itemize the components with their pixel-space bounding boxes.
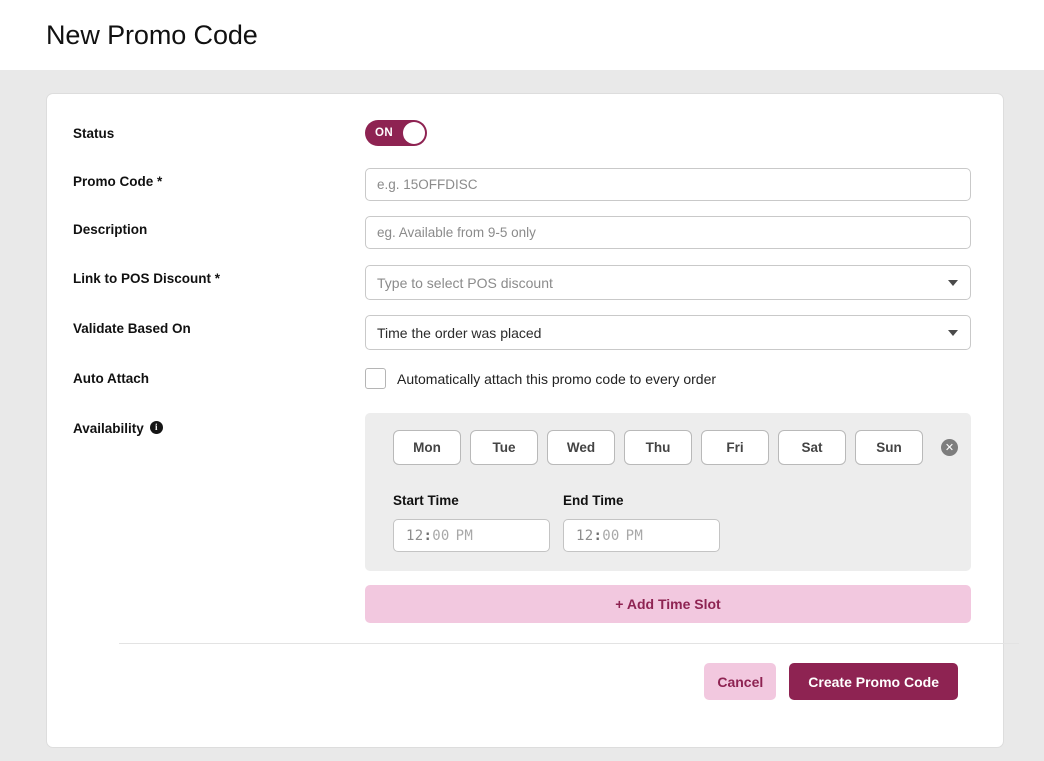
end-time-hour: 12 [576,527,594,544]
row-description: Description [73,216,971,265]
start-time-hour: 12 [406,527,424,544]
auto-attach-field: Automatically attach this promo code to … [365,365,969,389]
row-validate-based-on: Validate Based On Time the order was pla… [73,315,971,365]
end-time-minute: 00 [602,527,620,544]
card-container: Status ON Promo Code * Description [0,70,1044,748]
create-promo-code-button[interactable]: Create Promo Code [789,663,958,700]
promo-code-label: Promo Code * [73,174,163,189]
toggle-knob [403,122,425,144]
link-pos-discount-select[interactable]: Type to select POS discount [365,265,971,300]
validate-based-on-value: Time the order was placed [377,324,542,341]
row-link-pos-discount: Link to POS Discount * Type to select PO… [73,265,971,315]
chevron-down-icon [948,279,958,286]
promo-code-input[interactable] [365,168,971,201]
day-button-thu[interactable]: Thu [624,430,692,465]
end-time-meridiem: PM [625,527,644,544]
time-slot-row: Start Time 12 : 00 PM End Time 12: 00 P… [393,493,971,552]
description-field [365,216,971,249]
start-time-meridiem: PM [455,527,474,544]
promo-code-field [365,168,971,201]
start-time-group: Start Time 12 : 00 PM [393,493,550,552]
row-promo-code: Promo Code * [73,168,971,216]
start-time-input[interactable]: 12 : 00 PM [393,519,550,552]
day-button-mon[interactable]: Mon [393,430,461,465]
circle-x-icon[interactable]: ✕ [941,439,958,456]
auto-attach-checkbox-label: Automatically attach this promo code to … [397,370,717,387]
end-time-group: End Time 12 : 00 PM [563,493,720,552]
page-header: New Promo Code [0,0,1044,70]
availability-panel: Mon Tue Wed Thu Fri Sat Sun ✕ Start Time [365,413,971,571]
start-time-separator: : [423,527,433,544]
row-status: Status ON [73,120,969,168]
row-auto-attach: Auto Attach Automatically attach this pr… [73,365,969,413]
validate-based-on-label: Validate Based On [73,321,191,336]
day-button-wed[interactable]: Wed [547,430,615,465]
link-pos-discount-field: Type to select POS discount [365,265,971,300]
status-toggle-state: ON [375,127,394,139]
status-label: Status [73,126,115,141]
end-time-input[interactable]: 12 : 00 PM [563,519,720,552]
end-time-label: End Time [563,493,624,508]
auto-attach-checkbox[interactable] [365,368,386,389]
validate-based-on-select[interactable]: Time the order was placed [365,315,971,350]
info-icon[interactable]: i [149,421,163,434]
auto-attach-check-line: Automatically attach this promo code to … [365,365,969,389]
day-button-sun[interactable]: Sun [855,430,923,465]
availability-label-wrap: Availability i [73,413,365,436]
availability-field: Mon Tue Wed Thu Fri Sat Sun ✕ Start Time [365,413,971,623]
description-input[interactable] [365,216,971,249]
day-button-fri[interactable]: Fri [701,430,769,465]
link-pos-discount-value: Type to select POS discount [377,274,553,291]
day-selector: Mon Tue Wed Thu Fri Sat Sun ✕ [393,430,971,465]
row-availability: Availability i Mon Tue Wed Thu Fri Sat S… [73,413,971,623]
page-title: New Promo Code [46,19,258,50]
day-button-tue[interactable]: Tue [470,430,538,465]
auto-attach-label: Auto Attach [73,371,149,386]
day-button-sat[interactable]: Sat [778,430,846,465]
start-time-minute: 00 [432,527,450,544]
status-field: ON [365,120,969,151]
cancel-button[interactable]: Cancel [704,663,777,700]
availability-label: Availability [73,421,144,436]
description-label: Description [73,222,148,237]
link-pos-discount-label: Link to POS Discount * [73,271,221,286]
validate-based-on-field: Time the order was placed [365,315,971,350]
end-time-separator: : [593,527,603,544]
chevron-down-icon [948,329,958,336]
promo-code-form-card: Status ON Promo Code * Description [46,93,1019,748]
add-time-slot-button[interactable]: + Add Time Slot [365,585,971,623]
start-time-label: Start Time [393,493,459,508]
status-toggle[interactable]: ON [365,120,427,146]
form-footer: Cancel Create Promo Code [73,644,969,700]
